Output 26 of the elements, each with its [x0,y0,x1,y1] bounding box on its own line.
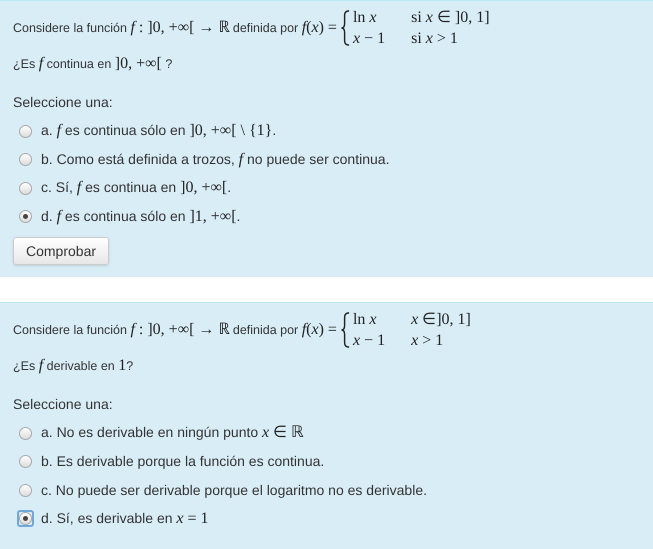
brace-icon [340,311,350,349]
radio-button[interactable] [19,455,32,468]
option-label[interactable]: b. Como está definida a trozos, f no puede ser continua. [41,148,390,172]
radio-button[interactable] [19,210,32,224]
question-text: Considere la función f : ]0, +∞[ → ℝ definida por f(x) = [13,320,337,340]
select-label: Seleccione una: [13,93,113,112]
question-text: ¿Es f continua en ]0, +∞[ ? [13,54,172,74]
radio-button[interactable] [19,182,32,195]
select-label: Seleccione una: [13,395,113,414]
option-label[interactable]: b. Es derivable porque la función es continua. [41,451,324,472]
option-label[interactable]: a. f es continua sólo en ]0, +∞[ \ {1}. [41,119,276,144]
question-text: Considere la función f : ]0, +∞[ → ℝ definida por f(x) = [13,18,337,38]
radio-button[interactable] [19,484,32,497]
radio-button[interactable] [19,426,32,440]
piecewise-formula: ln x x ∈]0, 1] x − 1 x > 1 [340,309,471,351]
brace-icon [340,9,350,47]
check-button[interactable]: Comprobar [13,237,110,265]
option-label[interactable]: d. f es continua sólo en ]1, +∞[. [41,204,240,229]
question-text: ¿Es f derivable en 1? [13,356,134,376]
option-label[interactable]: a. No es derivable en ningún punto x ∈ ℝ [41,421,304,446]
radio-button[interactable] [19,124,32,138]
piecewise-formula: ln x si x ∈ ]0, 1] x − 1 si x > 1 [340,7,490,49]
option-label[interactable]: c. No puede ser derivable porque el logaritmo no es derivable. [41,480,428,501]
option-label[interactable]: c. Sí, f es continua en ]0, +∞[. [41,176,232,200]
option-label[interactable]: d. Sí, es derivable en x = 1 [41,506,209,531]
radio-button[interactable] [19,153,32,166]
